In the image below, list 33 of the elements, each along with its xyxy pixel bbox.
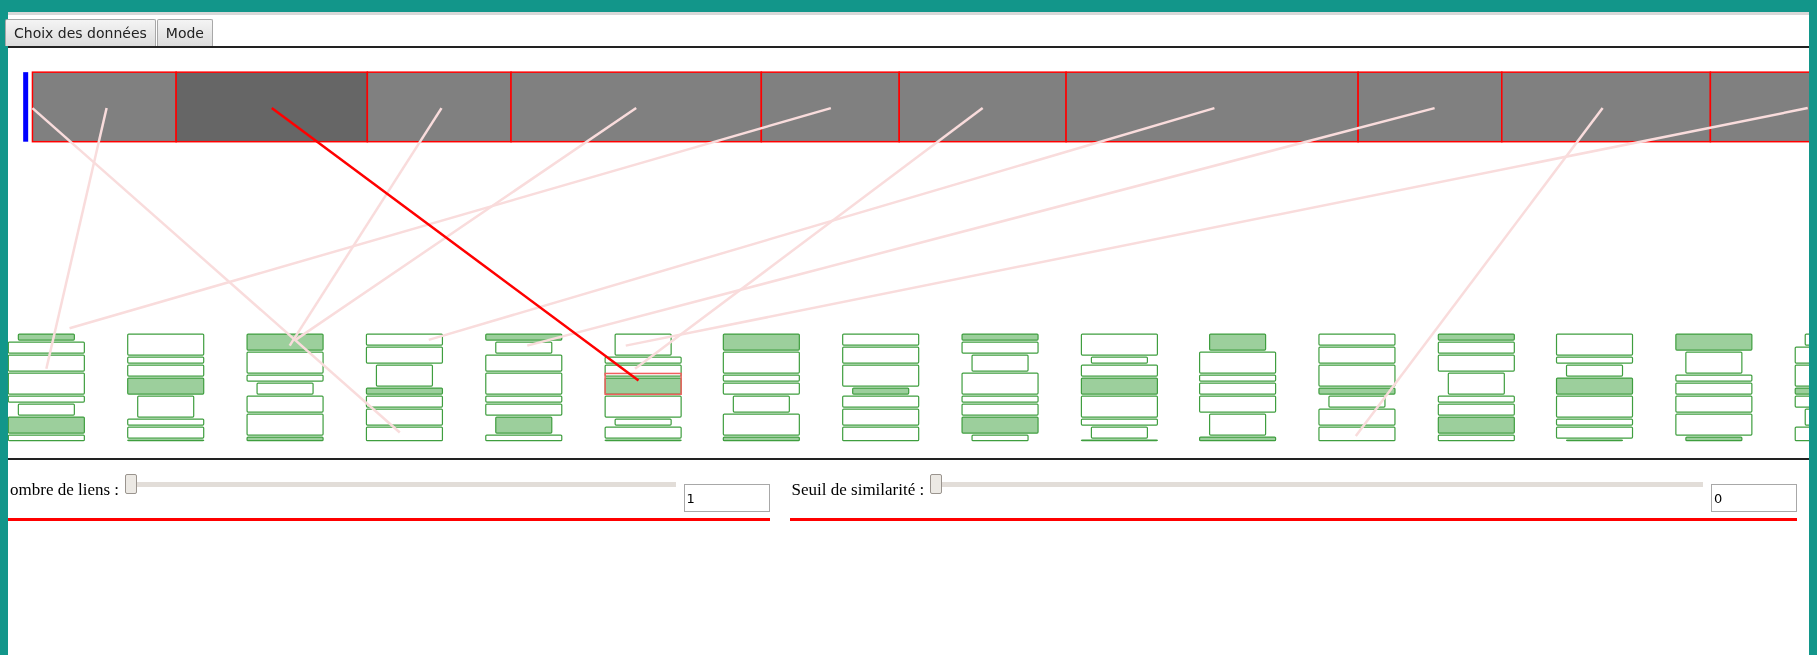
layout-thumbnail[interactable] xyxy=(1199,333,1277,442)
layout-thumbnail[interactable] xyxy=(127,333,205,442)
layout-thumbnail[interactable] xyxy=(842,333,920,442)
layout-thumbnail[interactable] xyxy=(485,333,563,442)
layout-thumbnail[interactable] xyxy=(8,333,85,442)
timeline-segment[interactable] xyxy=(510,71,763,143)
tab[interactable]: Choix des données xyxy=(5,19,156,46)
timeline-segment[interactable] xyxy=(175,71,369,143)
layout-thumbnail[interactable] xyxy=(1675,333,1753,442)
slider-thumb[interactable] xyxy=(930,474,943,494)
timeline-segment[interactable] xyxy=(898,71,1067,143)
slider-thumb[interactable] xyxy=(125,474,138,494)
layout-thumbnail[interactable] xyxy=(246,333,324,442)
layout-thumbnail[interactable] xyxy=(1318,333,1396,442)
layout-thumbnail[interactable] xyxy=(961,333,1039,442)
tab[interactable]: Mode xyxy=(156,19,213,46)
value-field[interactable]: 0 xyxy=(1711,484,1797,512)
position-marker xyxy=(23,72,29,142)
layout-thumbnail[interactable] xyxy=(1794,333,1809,442)
layout-thumbnail[interactable] xyxy=(1437,333,1515,442)
layout-thumbnail[interactable] xyxy=(1555,333,1634,442)
slider-label: ombre de liens : xyxy=(10,480,120,500)
timeline-segment[interactable] xyxy=(1709,71,1809,143)
layout-thumbnail[interactable] xyxy=(604,333,682,442)
timeline-segment[interactable] xyxy=(1065,71,1359,143)
layout-thumbnail[interactable] xyxy=(722,333,800,442)
slider-label: Seuil de similarité : xyxy=(791,480,925,500)
value-field[interactable]: 1 xyxy=(683,484,770,512)
layout-thumbnail[interactable] xyxy=(1080,333,1158,442)
timeline-segment[interactable] xyxy=(366,71,512,143)
timeline-segment[interactable] xyxy=(1357,71,1503,143)
layout-thumbnail[interactable] xyxy=(365,333,444,442)
timeline-segment[interactable] xyxy=(31,71,177,143)
